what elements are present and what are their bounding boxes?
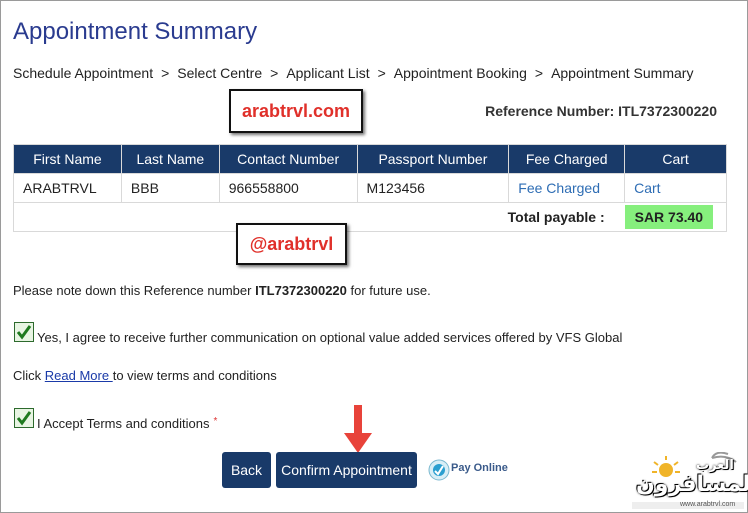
table-header-row: First Name Last Name Contact Number Pass…: [13, 144, 727, 174]
reference-label: Reference Number:: [485, 103, 615, 119]
accept-terms-text: I Accept Terms and conditions: [37, 416, 210, 431]
note-reference: ITL7372300220: [255, 283, 347, 298]
breadcrumb-item-applicant-list[interactable]: Applicant List: [286, 65, 369, 81]
breadcrumb-separator: >: [534, 65, 544, 81]
reference-number: Reference Number: ITL7372300220: [485, 103, 717, 119]
reference-note: Please note down this Reference number I…: [13, 283, 431, 298]
logo-arabic-small: العرب: [696, 458, 734, 473]
cell-contact-number: 966558800: [218, 173, 358, 203]
checkmark-icon: [16, 325, 32, 340]
breadcrumb-item-appointment-booking[interactable]: Appointment Booking: [394, 65, 527, 81]
cell-first-name: ARABTRVL: [13, 173, 122, 203]
cell-passport-number: M123456: [356, 173, 510, 203]
breadcrumb-item-appointment-summary: Appointment Summary: [551, 65, 694, 81]
consent-label: Yes, I agree to receive further communic…: [37, 330, 623, 345]
required-mark: *: [213, 416, 218, 427]
column-header: First Name: [13, 144, 122, 174]
page-title: Appointment Summary: [13, 18, 258, 45]
read-more-link[interactable]: Read More: [45, 368, 113, 383]
watermark-handle: @arabtrvl: [236, 223, 347, 265]
note-suffix: for future use.: [346, 283, 431, 298]
breadcrumb-separator: >: [377, 65, 386, 81]
table-row: ARABTRVL BBB 966558800 M123456 Fee Charg…: [13, 173, 727, 203]
terms-line: Click Read More to view terms and condit…: [13, 368, 277, 383]
breadcrumb-item-schedule[interactable]: Schedule Appointment: [13, 65, 153, 81]
total-payable-cell: SAR 73.40: [624, 202, 727, 232]
column-header: Passport Number: [356, 144, 510, 174]
logo-arabic-text: المسافرون: [636, 472, 748, 497]
breadcrumb: Schedule Appointment > Select Centre > Appli…: [13, 65, 693, 81]
terms-suffix: to view terms and conditions: [112, 368, 277, 383]
terms-prefix: Click: [13, 368, 45, 383]
column-header: Contact Number: [218, 144, 358, 174]
column-header: Fee Charged: [508, 144, 626, 174]
consent-checkbox[interactable]: [14, 322, 34, 342]
accept-terms-checkbox[interactable]: [14, 408, 34, 428]
accept-terms-label: I Accept Terms and conditions *: [37, 416, 217, 431]
reference-value: ITL7372300220: [618, 103, 717, 119]
cart-link[interactable]: Cart: [624, 173, 727, 203]
pay-online-label: Pay Online: [451, 462, 508, 474]
column-header: Last Name: [120, 144, 220, 174]
site-logo: العرب المسافرون www.arabtrvl.com: [632, 452, 748, 509]
cell-last-name: BBB: [120, 173, 220, 203]
total-row: Total payable : SAR 73.40: [12, 202, 727, 232]
watermark-website: arabtrvl.com: [229, 89, 363, 133]
breadcrumb-item-select-centre[interactable]: Select Centre: [177, 65, 262, 81]
breadcrumb-separator: >: [161, 65, 170, 81]
note-prefix: Please note down this Reference number: [13, 283, 256, 298]
back-button[interactable]: Back: [222, 452, 271, 488]
appointment-summary-table: First Name Last Name Contact Number Pass…: [12, 144, 727, 232]
column-header: Cart: [624, 144, 727, 174]
logo-website: www.arabtrvl.com: [680, 501, 736, 508]
confirm-appointment-button[interactable]: Confirm Appointment: [276, 452, 417, 488]
checkmark-icon: [16, 411, 32, 426]
fee-charged-link[interactable]: Fee Charged: [508, 173, 626, 203]
total-payable-value: SAR 73.40: [624, 205, 714, 229]
breadcrumb-separator: >: [270, 65, 279, 81]
pay-online-icon: [428, 459, 450, 481]
arrow-down-icon: [344, 405, 372, 453]
